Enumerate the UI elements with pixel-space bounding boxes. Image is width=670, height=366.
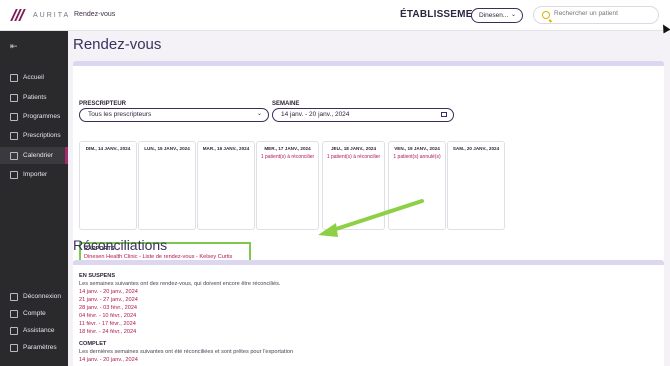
day-column[interactable]: SAM., 20 JANV., 2024 [447,141,505,230]
logo-text: AURITA [33,11,71,19]
day-header: LUN., 15 JANV., 2024 [144,146,190,151]
import-icon [10,170,18,179]
sidebar-item-label: Accueil [23,74,44,81]
day-header: VEN., 19 JANV., 2024 [394,146,440,151]
sidebar-item-accueil[interactable]: Accueil [0,69,68,86]
day-column[interactable]: MAR., 16 JANV., 2024 [197,141,255,230]
day-note[interactable]: 1 patient(s) à réconcilier [323,154,384,160]
calendar-icon [10,151,18,160]
sidebar: ⇤ Accueil Patients Programmes Prescripti… [0,31,68,366]
reconciliations-card: EN SUSPENS Les semaines suivantes ont de… [73,260,664,366]
pending-description: Les semaines suivantes ont des rendez-vo… [79,281,281,287]
sidebar-item-prescriptions[interactable]: Prescriptions [0,127,68,144]
prescripteur-label: PRESCRIPTEUR [79,101,127,107]
prescriptions-icon [10,131,18,140]
breadcrumb: Rendez-vous [74,11,116,18]
pending-week-link[interactable]: 21 janv. - 27 janv., 2024 [79,297,138,303]
semaine-label: SEMAINE [272,101,300,107]
day-header: MER., 17 JANV., 2024 [264,146,311,151]
sidebar-item-assistance[interactable]: Assistance [0,322,68,339]
help-icon [10,326,18,335]
pending-week-link[interactable]: 18 févr. - 24 févr., 2024 [79,329,136,335]
sidebar-item-calendrier[interactable]: Calendrier [0,147,68,164]
establishment-select[interactable]: Dinesen... ⌄ [471,8,523,23]
sidebar-item-label: Paramètres [23,344,57,351]
complete-description: Les dernières semaines suivantes ont été… [79,349,294,355]
top-bar: AURITA Rendez-vous ÉTABLISSEMENT Dinesen… [0,0,670,31]
patient-search[interactable] [533,6,659,24]
pending-title: EN SUSPENS [79,273,116,279]
sidebar-item-label: Assistance [23,327,55,334]
day-header: SAM., 20 JANV., 2024 [452,146,500,151]
sidebar-item-label: Importer [23,171,48,178]
collapse-menu-icon[interactable]: ⇤ [10,41,18,52]
sidebar-item-label: Déconnexion [23,293,61,300]
sidebar-item-label: Patients [23,94,47,101]
main-content: Rendez-vous PRESCRIPTEUR Tous les prescr… [68,31,670,366]
user-icon [10,309,18,318]
chevron-down-icon: ⌄ [256,111,262,117]
pending-week-link[interactable]: 28 janv. - 03 févr., 2024 [79,305,137,311]
prescripteur-value: Tous les prescripteurs [88,111,152,118]
annotation-arrow-icon [318,199,424,237]
complete-title: COMPLET [79,341,107,347]
sidebar-item-label: Prescriptions [23,132,61,139]
page-title: Rendez-vous [73,36,162,53]
patients-icon [10,93,18,102]
search-input[interactable] [554,10,654,17]
semaine-picker[interactable]: 14 janv. - 20 janv., 2024 [272,108,454,122]
day-note[interactable]: 1 patient(s) à réconcilier [257,154,318,160]
day-note[interactable]: 1 patient(s) annulé(s) [389,154,445,160]
reconciliations-title: Réconciliations [73,237,168,253]
pending-week-link[interactable]: 11 févr. - 17 févr., 2024 [79,321,136,327]
logo-mark-icon [10,9,27,21]
pending-week-link[interactable]: 14 janv. - 20 janv., 2024 [79,289,138,295]
gear-icon [10,343,18,352]
app-logo[interactable]: AURITA [10,9,71,21]
sidebar-item-patients[interactable]: Patients [0,89,68,106]
day-column[interactable]: LUN., 15 JANV., 2024 [138,141,196,230]
day-column[interactable]: DIM., 14 JANV., 2024 [79,141,137,230]
sidebar-item-label: Compte [23,310,46,317]
day-column[interactable]: MER., 17 JANV., 2024 1 patient(s) à récon… [256,141,319,230]
chevron-down-icon: ⌄ [510,12,516,18]
day-header: JEU., 18 JANV., 2024 [330,146,377,151]
home-icon [10,73,18,82]
establishment-value: Dinesen... [479,12,509,19]
sidebar-item-deconnexion[interactable]: Déconnexion [0,288,68,305]
calendar-icon [441,112,447,117]
semaine-value: 14 janv. - 20 janv., 2024 [281,111,350,118]
sidebar-item-label: Calendrier [23,152,53,159]
logout-icon [10,292,18,301]
sidebar-item-importer[interactable]: Importer [0,166,68,183]
search-icon [542,11,550,19]
pending-week-link[interactable]: 04 févr. - 10 févr., 2024 [79,313,136,319]
day-header: DIM., 14 JANV., 2024 [85,146,131,151]
sidebar-item-label: Programmes [23,113,61,120]
day-header: MAR., 16 JANV., 2024 [202,146,250,151]
sidebar-item-parametres[interactable]: Paramètres [0,339,68,356]
programs-icon [10,112,18,121]
complete-week-link[interactable]: 14 janv. - 20 janv., 2024 [79,357,138,363]
prescripteur-select[interactable]: Tous les prescripteurs ⌄ [79,108,269,122]
sidebar-item-compte[interactable]: Compte [0,305,68,322]
sidebar-item-programmes[interactable]: Programmes [0,108,68,125]
